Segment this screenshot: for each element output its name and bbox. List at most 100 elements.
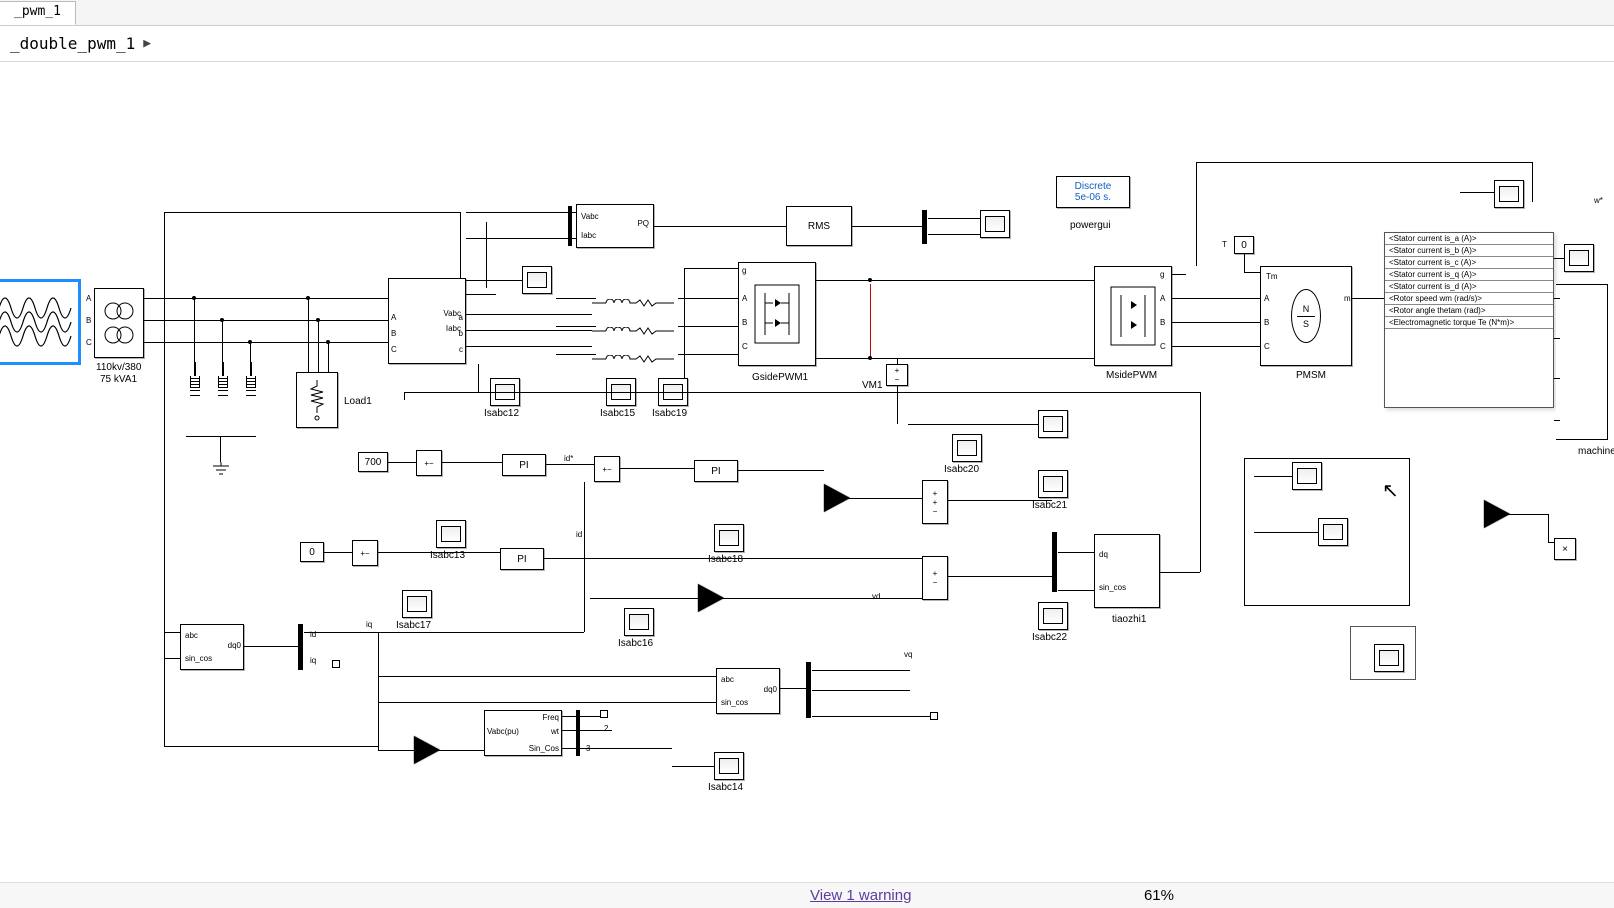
mpwm-A: A [1160, 294, 1165, 303]
scope-sub-2[interactable] [1318, 518, 1348, 546]
pi1-label: PI [519, 460, 528, 471]
pi-vdc[interactable]: PI [502, 454, 546, 476]
zoom-level[interactable]: 61% [1144, 887, 1174, 904]
isabc14-label: Isabc14 [708, 782, 743, 793]
const-700-block[interactable]: 700 [358, 452, 388, 472]
isabc21-label: Isabc21 [1032, 500, 1067, 511]
scope-vdc[interactable] [1038, 410, 1068, 438]
scope-isabc22[interactable] [1038, 602, 1068, 630]
bus-row-isd: <Stator current is_d (A)> [1385, 281, 1553, 293]
vd-label: vd [872, 592, 880, 601]
powergui-line1: Discrete [1063, 181, 1123, 192]
pll-block[interactable]: Freq Vabc(pu) wt Sin_Cos [484, 710, 562, 756]
port-B: B [86, 316, 91, 325]
vq-label: vq [904, 650, 912, 659]
scope-isabc16[interactable] [624, 608, 654, 636]
mux-dq[interactable] [1052, 532, 1057, 592]
rlc-branch-c[interactable] [246, 362, 256, 398]
transformer-block[interactable] [94, 288, 144, 358]
powergui-label: powergui [1070, 220, 1111, 231]
scope-isabc18[interactable] [714, 524, 744, 552]
scope-isabc13[interactable] [436, 520, 466, 548]
rms-block[interactable]: RMS [786, 206, 852, 246]
const-0-block[interactable]: 0 [300, 542, 324, 562]
voltage-measurement-block[interactable]: +− [886, 364, 908, 386]
model-tab[interactable]: _pwm_1 [0, 1, 76, 25]
series-rl-c[interactable] [592, 350, 678, 358]
scope-isabc20[interactable] [952, 434, 982, 462]
mside-pwm-block[interactable] [1094, 266, 1172, 366]
series-rl-b[interactable] [592, 322, 678, 330]
iq-out: iq [310, 656, 316, 665]
scope-vabc[interactable] [522, 266, 552, 294]
pll-freq: Freq [543, 713, 559, 722]
pq-block[interactable]: Vabc Iabc PQ [576, 204, 654, 248]
three-phase-measurement-block[interactable]: Vabc Iabc A B C a b c [388, 278, 466, 364]
isabc16-label: Isabc16 [618, 638, 653, 649]
transformer-icon [99, 295, 139, 351]
scope-isabc21[interactable] [1038, 470, 1068, 498]
sum-vq[interactable]: ++− [922, 480, 948, 524]
isabc19-label: Isabc19 [652, 408, 687, 419]
scope-rms[interactable] [980, 210, 1010, 238]
sum-id[interactable]: +− [594, 456, 620, 482]
tiaozhi-sincos: sin_cos [1099, 583, 1126, 592]
bus-row-te: <Electromagnetic torque Te (N*m)> [1385, 317, 1553, 329]
model-canvas[interactable]: A B C 110kv/380 75 kVA1 Load1 Vabc Iabc … [0, 62, 1614, 882]
sum-iq[interactable]: +− [352, 540, 378, 566]
transformer-rating1: 110kv/380 [96, 362, 141, 373]
const-700: 700 [365, 457, 382, 468]
three-phase-source-block[interactable] [0, 280, 80, 364]
demux-dq0-2[interactable] [806, 662, 811, 718]
mpwm-g: g [1160, 270, 1164, 279]
breadcrumb: _double_pwm_1 ▶ [0, 26, 1614, 62]
demux-dq0[interactable] [298, 624, 303, 670]
diagnostics-link[interactable]: View 1 warning [810, 887, 911, 904]
powergui-line2: 5e-06 s. [1063, 192, 1123, 203]
machine-subsystem[interactable] [1556, 284, 1608, 440]
tiaozhi-block[interactable]: dq sin_cos [1094, 534, 1160, 608]
bus-selector-block[interactable]: <Stator current is_a (A)> <Stator curren… [1384, 232, 1554, 408]
mux-pq[interactable] [568, 206, 572, 246]
abc-to-dq0-left[interactable]: abc sin_cos dq0 [180, 624, 244, 670]
pll-2: 2 [604, 724, 608, 733]
scope-stator-abc[interactable] [1494, 180, 1524, 208]
scope-isabc17[interactable] [402, 590, 432, 618]
bus-row-isa: <Stator current is_a (A)> [1385, 233, 1553, 245]
scope-sub-1[interactable] [1292, 462, 1322, 490]
gside-pwm-block[interactable] [738, 262, 816, 366]
tab-bar: _pwm_1 [0, 0, 1614, 26]
port-c2: c [459, 345, 463, 354]
idstar-label: id* [564, 454, 573, 463]
igbt-bridge-icon [749, 279, 805, 349]
pi2-label: PI [517, 554, 526, 565]
dc-link-cap[interactable] [870, 284, 871, 356]
abc-to-dq0-center[interactable]: abc sin_cos dq0 [716, 668, 780, 714]
status-bar: View 1 warning 61% [0, 882, 1614, 908]
powergui-block[interactable]: Discrete 5e-06 s. [1056, 176, 1130, 208]
rlc-branch-a[interactable] [190, 362, 200, 398]
sum-vd[interactable]: +− [922, 556, 948, 600]
scope-frame-br [1350, 626, 1416, 680]
series-rl-a[interactable] [592, 294, 678, 302]
pmsm-A: A [1264, 294, 1269, 303]
sum-vdc[interactable]: +− [416, 450, 442, 476]
bus-row-isq: <Stator current is_q (A)> [1385, 269, 1553, 281]
bus-row-wm: <Rotor speed wm (rad/s)> [1385, 293, 1553, 305]
abc2dq2-abc: abc [721, 675, 734, 684]
port-a2: a [459, 313, 463, 322]
pi-iq[interactable]: PI [500, 548, 544, 570]
scope-isabc14[interactable] [714, 752, 744, 780]
tm-constant-block[interactable]: 0 [1234, 236, 1254, 254]
port-C2: C [391, 345, 397, 354]
pmsm-block[interactable]: NS [1260, 266, 1352, 366]
product-block[interactable]: × [1554, 538, 1576, 560]
load1-block[interactable] [296, 372, 338, 428]
breadcrumb-item[interactable]: _double_pwm_1 [10, 34, 135, 53]
load1-label: Load1 [344, 396, 372, 407]
pi-id[interactable]: PI [694, 460, 738, 482]
scope-right-2[interactable] [1564, 244, 1594, 272]
demux-rms[interactable] [922, 210, 927, 244]
rlc-branch-b[interactable] [218, 362, 228, 398]
abc2dq-dq0: dq0 [228, 641, 241, 650]
